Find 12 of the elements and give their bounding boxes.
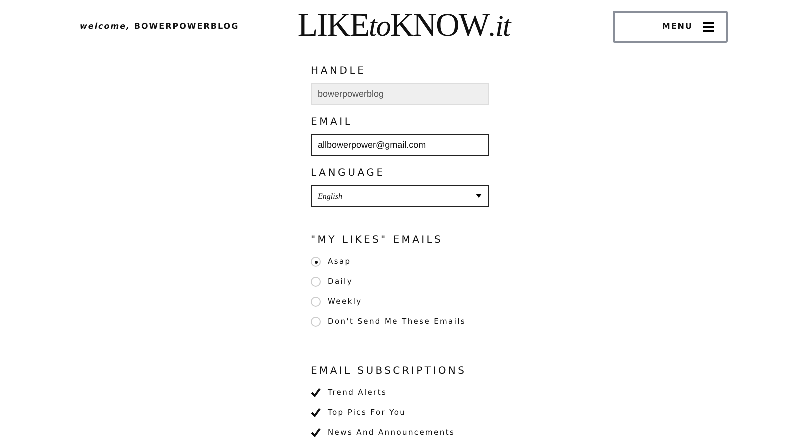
menu-button[interactable]: MENU bbox=[613, 10, 728, 42]
input-field[interactable]: allbowerpower@gmail.com bbox=[311, 134, 489, 156]
menu-icon bbox=[703, 22, 714, 32]
section-title: "MY LIKES" EMAILS bbox=[311, 235, 444, 247]
field-label: LANGUAGE bbox=[311, 168, 386, 180]
field-label: EMAIL bbox=[311, 117, 354, 129]
caret-icon bbox=[476, 194, 482, 198]
section-title: EMAIL SUBSCRIPTIONS bbox=[311, 366, 468, 378]
language-select[interactable]: English bbox=[311, 185, 489, 207]
logo[interactable]: LIKEtoKNOW.it bbox=[298, 10, 510, 43]
field-label: HANDLE bbox=[311, 66, 368, 78]
welcome-text: welcome, BOWERPOWERBLOG bbox=[80, 22, 240, 31]
